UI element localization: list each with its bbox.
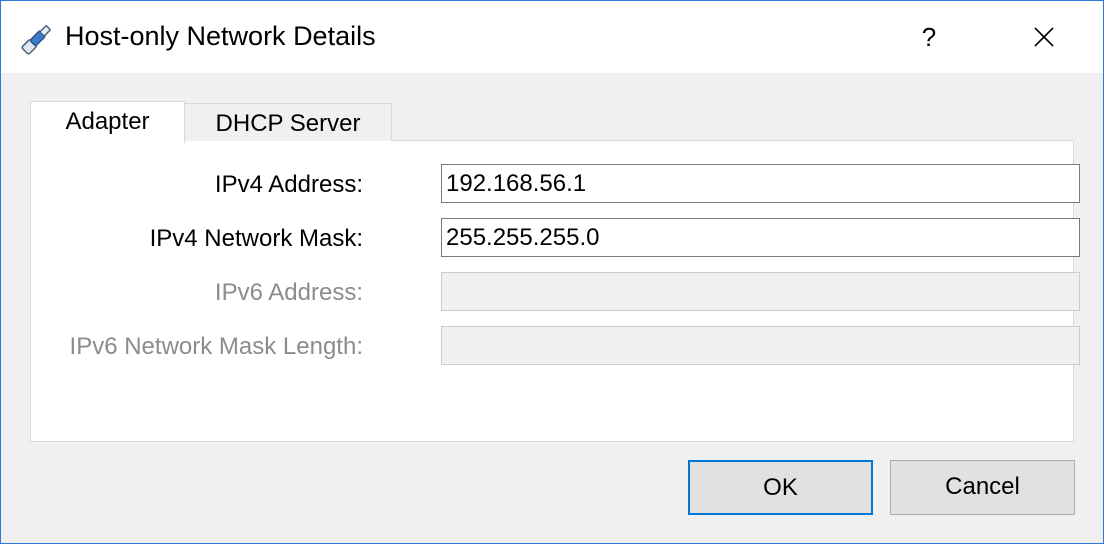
ipv4-address-label: IPv4 Address: <box>214 171 363 198</box>
title-bar[interactable]: Host-only Network Details ? <box>1 1 1103 73</box>
ipv6-address-label: IPv6 Address: <box>214 279 363 306</box>
network-adapter-icon <box>17 19 57 59</box>
tab-adapter[interactable]: Adapter <box>30 101 185 143</box>
ipv6-mask-length-input <box>441 326 1080 365</box>
ipv4-mask-input[interactable] <box>441 218 1080 257</box>
ipv6-mask-length-label: IPv6 Network Mask Length: <box>69 333 363 360</box>
ok-button[interactable]: OK <box>688 460 873 515</box>
ipv4-address-input[interactable] <box>441 164 1080 203</box>
tab-dhcp-server[interactable]: DHCP Server <box>184 103 392 141</box>
adapter-tab-panel: IPv4 Address: IPv4 Network Mask: IPv6 Ad… <box>30 140 1080 442</box>
dialog-window: Host-only Network Details ? Adapter DHCP… <box>0 0 1104 544</box>
dialog-title: Host-only Network Details <box>65 21 376 51</box>
ipv6-address-input <box>441 272 1080 311</box>
help-button[interactable]: ? <box>909 15 949 59</box>
close-button[interactable] <box>1019 15 1069 59</box>
ipv4-mask-label: IPv4 Network Mask: <box>149 225 363 252</box>
cancel-button[interactable]: Cancel <box>890 460 1075 515</box>
close-icon <box>1034 27 1054 47</box>
